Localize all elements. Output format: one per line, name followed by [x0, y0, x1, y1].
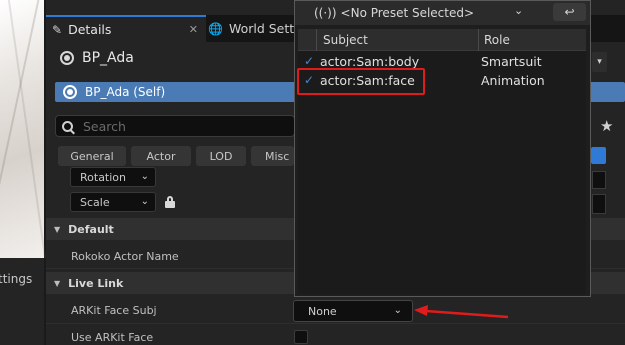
row-role: Animation	[481, 73, 545, 88]
chevron-down-icon: ⌄	[140, 196, 149, 207]
rotation-label: Rotation	[80, 170, 127, 184]
use-arkit-face-checkbox[interactable]	[294, 330, 308, 344]
viewport-fold	[7, 0, 47, 258]
checkmark-icon[interactable]: ✓	[304, 54, 314, 68]
viewport-fold	[0, 0, 40, 258]
category-general-button[interactable]: General	[58, 146, 126, 166]
search-icon	[62, 120, 73, 132]
chevron-down-icon: ⌄	[140, 171, 149, 182]
search-placeholder: Search	[83, 118, 126, 134]
value-field-edge[interactable]	[592, 194, 606, 214]
scale-dropdown[interactable]: Scale ⌄	[70, 192, 156, 212]
triangle-down-icon: ▼	[54, 278, 61, 288]
viewport-preview[interactable]	[0, 0, 47, 258]
section-live-link-label: Live Link	[68, 276, 124, 290]
component-self-label: BP_Ada (Self)	[85, 85, 166, 99]
category-lod-button[interactable]: LOD	[196, 146, 246, 166]
prop-arkit-face-subj: ARKit Face Subj	[71, 304, 157, 317]
chevron-down-icon: ⌄	[393, 305, 402, 316]
divider	[46, 323, 625, 324]
preset-dropdown[interactable]: ((·)) <No Preset Selected> ⌄	[300, 2, 540, 23]
row-subject: actor:Sam:body	[320, 54, 420, 69]
table-header: Subject Role	[298, 29, 586, 51]
add-dropdown-edge[interactable]: ▾	[592, 52, 607, 72]
globe-icon: 🌐	[208, 21, 223, 36]
tab-details-label: Details	[68, 22, 112, 37]
actor-name: BP_Ada	[82, 50, 134, 66]
revert-button[interactable]: ↩	[553, 3, 586, 21]
value-field-edge[interactable]	[592, 171, 606, 189]
settings-label: ttings	[0, 272, 33, 286]
section-default-label: Default	[68, 222, 114, 236]
antenna-icon: ((·))	[314, 5, 337, 20]
left-panel: ttings	[0, 258, 44, 345]
triangle-down-icon: ▼	[54, 224, 61, 234]
arkit-face-subject-dropdown[interactable]: None ⌄	[293, 300, 413, 322]
all-category-button[interactable]	[591, 147, 606, 164]
prop-rokoko-actor-name: Rokoko Actor Name	[71, 250, 179, 263]
annotation-highlight-box	[297, 68, 425, 95]
tab-world-settings[interactable]: 🌐 World Sett	[208, 15, 298, 42]
rotation-dropdown[interactable]: Rotation ⌄	[70, 167, 156, 187]
close-icon[interactable]: ✕	[189, 23, 198, 36]
column-header-subject[interactable]: Subject	[323, 33, 368, 47]
row-role: Smartsuit	[481, 54, 542, 69]
pawn-icon	[60, 51, 74, 65]
tab-world-label: World Sett	[228, 21, 295, 36]
category-actor-button[interactable]: Actor	[131, 146, 191, 166]
chevron-down-icon: ⌄	[514, 4, 524, 17]
arkit-face-value: None	[308, 304, 337, 318]
prop-use-arkit-face: Use ARKit Face	[71, 331, 154, 344]
lock-icon[interactable]	[165, 196, 175, 208]
preset-label: <No Preset Selected>	[340, 5, 475, 20]
column-header-role[interactable]: Role	[484, 33, 510, 47]
scale-label: Scale	[80, 195, 110, 209]
pawn-icon	[63, 85, 77, 99]
annotation-arrow	[414, 305, 509, 319]
actor-title: BP_Ada	[60, 50, 134, 66]
pencil-icon: ✎	[52, 22, 63, 37]
search-input[interactable]: Search	[55, 115, 295, 137]
tab-details[interactable]: ✎ Details ✕	[46, 15, 206, 42]
favorite-star-icon[interactable]: ★	[600, 117, 613, 135]
category-misc-button[interactable]: Misc	[251, 146, 294, 166]
